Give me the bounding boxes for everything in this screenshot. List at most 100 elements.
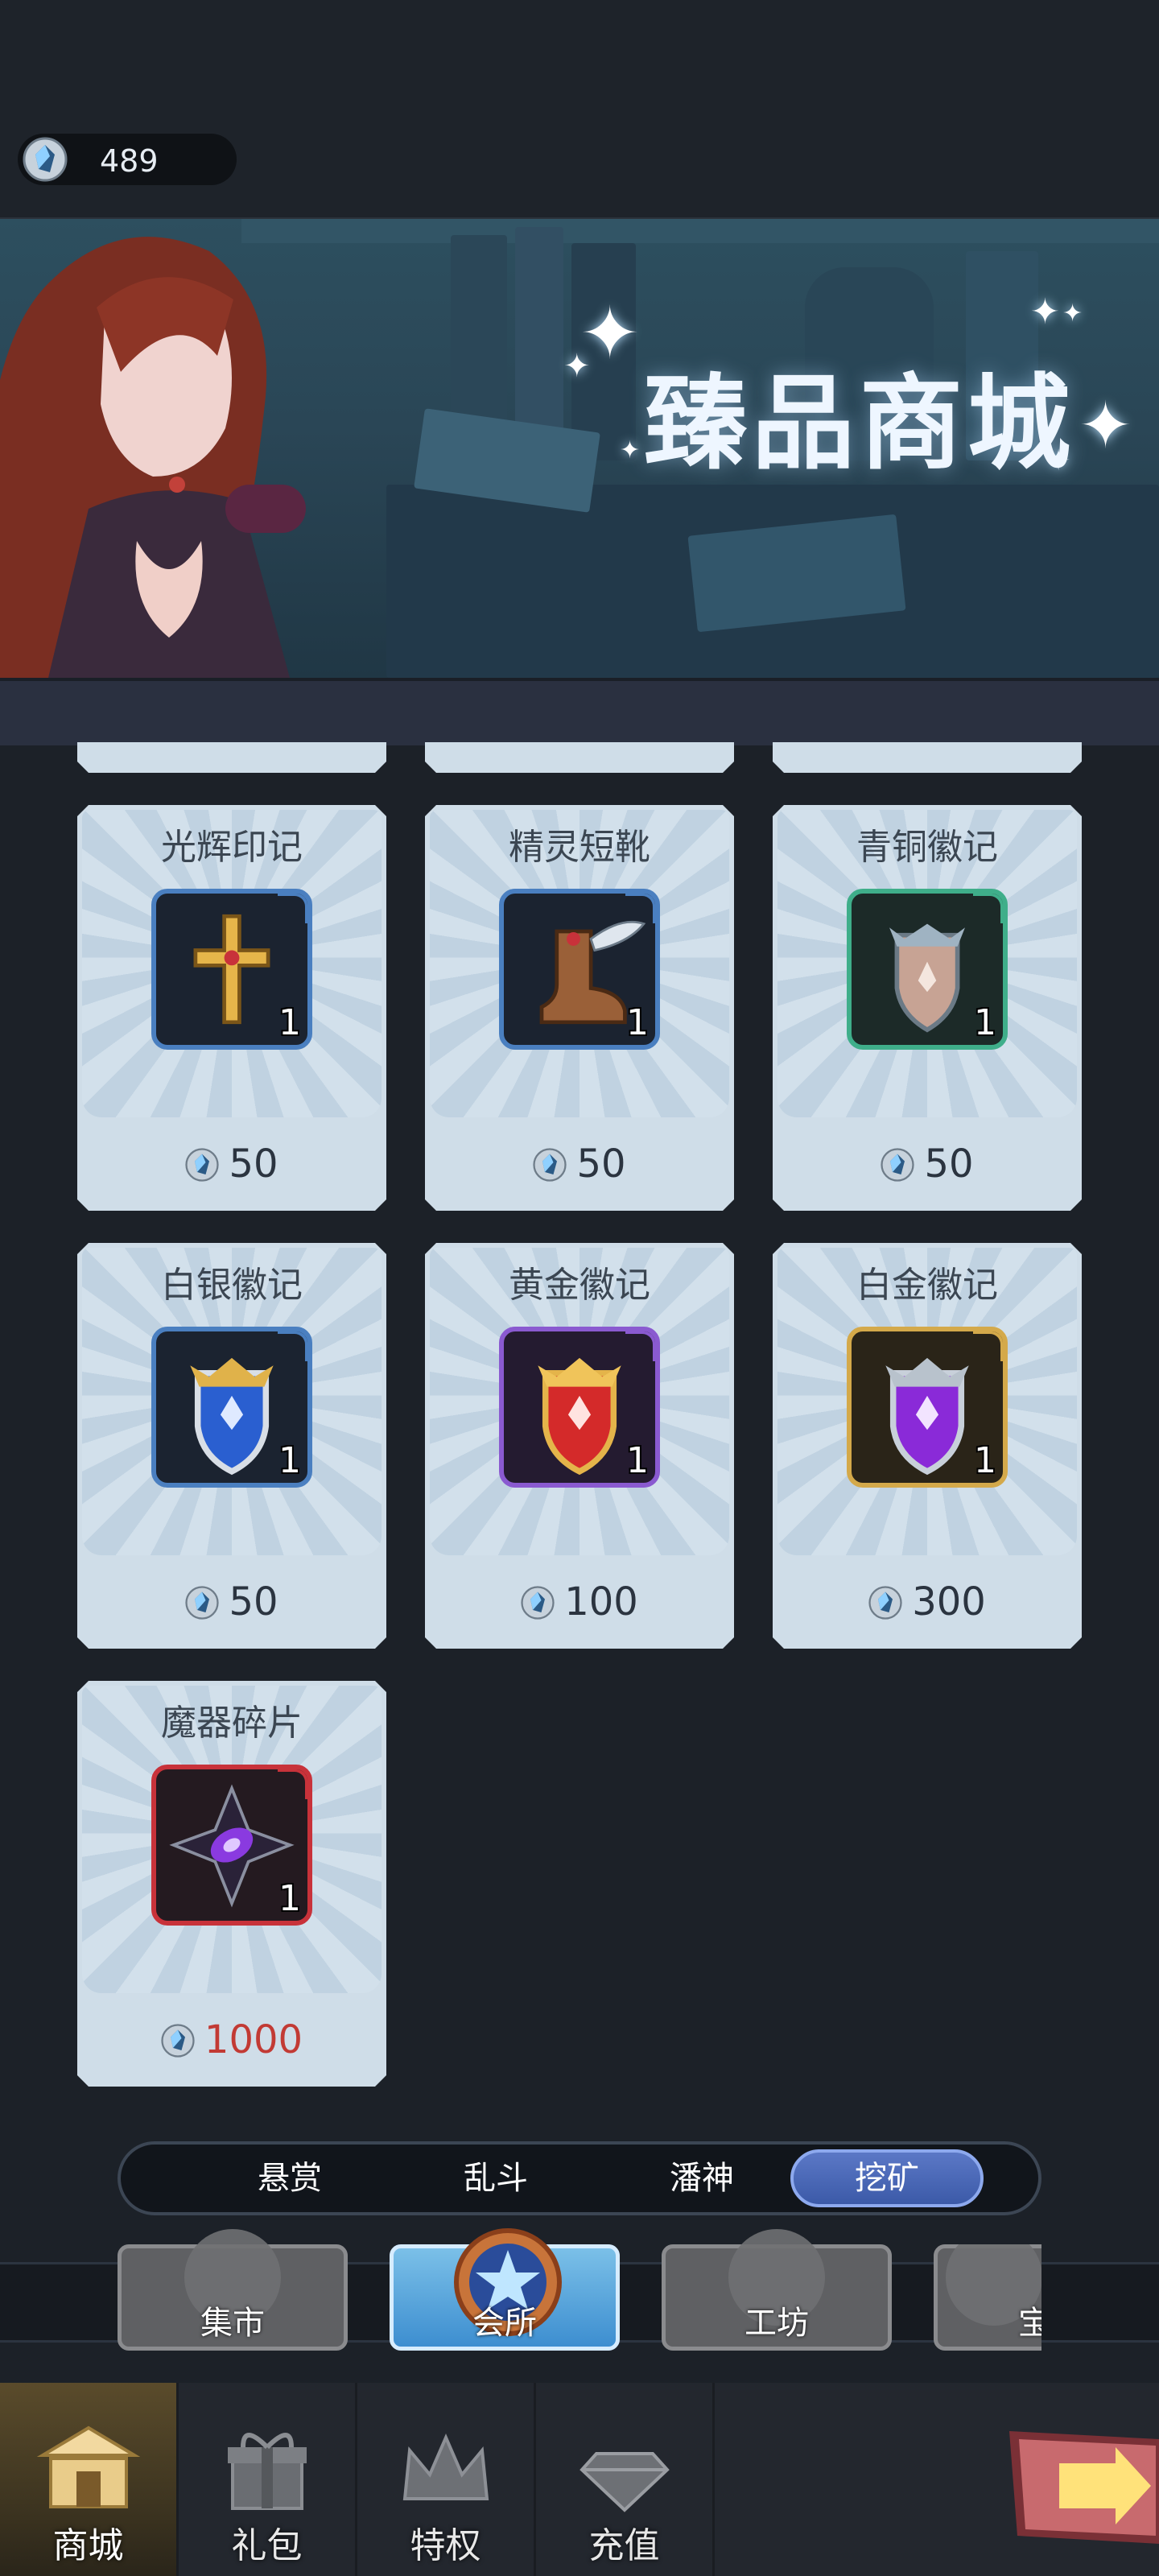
crystal-gem-icon xyxy=(881,1148,915,1182)
nav-recharge[interactable]: 充值 xyxy=(536,2383,715,2576)
shop-item-card[interactable]: 光辉印记 1 50 xyxy=(77,805,386,1211)
item-name: 白银徽记 xyxy=(161,1265,303,1306)
slot-corner xyxy=(973,894,1003,923)
currency-display[interactable]: 489 xyxy=(18,134,237,185)
item-price: 50 xyxy=(77,1579,386,1624)
price-value: 300 xyxy=(912,1579,986,1624)
item-slot: 1 xyxy=(499,889,660,1050)
price-value: 1000 xyxy=(204,2017,303,2062)
shop-item-card[interactable]: 白银徽记 1 50 xyxy=(77,1243,386,1649)
item-name: 精灵短靴 xyxy=(509,827,650,868)
price-value: 50 xyxy=(576,1141,626,1187)
nav-label: 商城 xyxy=(52,2525,124,2566)
subtab-pan[interactable]: 潘神 xyxy=(605,2149,798,2207)
shop-item-card[interactable]: 黄金徽记 1 100 xyxy=(425,1243,734,1649)
nav-label: 特权 xyxy=(410,2525,481,2566)
slot-corner xyxy=(278,1769,307,1799)
currency-value: 489 xyxy=(100,143,159,179)
banner-title: 臻品商城 xyxy=(644,364,1076,484)
sparkle-icon: ✦ xyxy=(1030,291,1060,332)
sparkle-icon: ✦ xyxy=(1062,299,1083,328)
slot-corner xyxy=(625,1331,655,1361)
subtab-mining[interactable]: 挖矿 xyxy=(790,2149,984,2207)
crystal-gem-icon xyxy=(185,1586,220,1620)
shop-tab-market[interactable]: 集市 xyxy=(118,2229,348,2351)
item-price: 50 xyxy=(425,1141,734,1187)
slot-corner xyxy=(278,894,307,923)
nav-gift[interactable]: 礼包 xyxy=(179,2383,357,2576)
gift-box-icon xyxy=(227,2433,307,2510)
shop-tab-label: 工坊 xyxy=(744,2305,809,2342)
next-arrow-icon[interactable] xyxy=(1003,2423,1159,2544)
subtab-bounty[interactable]: 悬赏 xyxy=(193,2149,386,2207)
category-subtabs: 悬赏 乱斗 潘神 挖矿 xyxy=(118,2141,1041,2215)
nav-label: 充值 xyxy=(588,2525,660,2566)
nav-privilege[interactable]: 特权 xyxy=(357,2383,536,2576)
item-price: 1000 xyxy=(77,2017,386,2062)
item-name: 魔器碎片 xyxy=(161,1703,303,1744)
item-name: 光辉印记 xyxy=(161,827,303,868)
shop-tab-label: 集市 xyxy=(200,2305,265,2342)
crystal-gem-icon xyxy=(161,2024,195,2058)
item-slot: 1 xyxy=(151,1327,312,1488)
shop-item-card[interactable]: 精灵短靴 1 50 xyxy=(425,805,734,1211)
sparkle-icon: ✦ xyxy=(1079,388,1133,463)
shop-item-card[interactable]: 青铜徽记 1 50 xyxy=(773,805,1082,1211)
item-name: 青铜徽记 xyxy=(856,827,998,868)
shop-item-card[interactable]: 白金徽记 1 300 xyxy=(773,1243,1082,1649)
shop-tab-label: 会所 xyxy=(472,2305,537,2342)
top-bar: 489 xyxy=(0,0,1159,222)
banner-bottom-bar xyxy=(0,678,1159,745)
price-value: 50 xyxy=(924,1141,974,1187)
item-quantity: 1 xyxy=(278,1878,301,1919)
shop-banner: ✦ ✦ ✦ ✦ ✦ ✦ ✦ 臻品商城 xyxy=(0,219,1159,678)
item-price: 50 xyxy=(773,1141,1082,1187)
item-slot: 1 xyxy=(847,889,1008,1050)
item-quantity: 1 xyxy=(974,1002,996,1043)
slot-corner xyxy=(278,1331,307,1361)
crystal-gem-icon xyxy=(185,1148,220,1182)
slot-corner xyxy=(625,894,655,923)
crystal-gem-icon xyxy=(868,1586,902,1620)
partial-card xyxy=(773,742,1082,773)
shop-tab-treasure[interactable]: 宝 xyxy=(934,2244,1041,2351)
item-slot: 1 xyxy=(151,889,312,1050)
crystal-gem-icon xyxy=(533,1148,567,1182)
item-slot: 1 xyxy=(847,1327,1008,1488)
item-quantity: 1 xyxy=(626,1002,649,1043)
diamond-icon xyxy=(579,2452,670,2512)
item-name: 黄金徽记 xyxy=(509,1265,650,1306)
sparkle-icon: ✦ xyxy=(563,348,591,385)
item-quantity: 1 xyxy=(974,1440,996,1481)
item-price: 100 xyxy=(425,1579,734,1624)
crystal-gem-icon xyxy=(521,1586,555,1620)
shop-building-icon xyxy=(36,2425,140,2508)
item-quantity: 1 xyxy=(278,1440,301,1481)
crystal-gem-icon xyxy=(23,137,68,182)
shop-tab-club[interactable]: 会所 xyxy=(390,2228,620,2351)
item-slot: 1 xyxy=(499,1327,660,1488)
nav-label: 礼包 xyxy=(231,2525,303,2566)
item-quantity: 1 xyxy=(626,1440,649,1481)
price-value: 50 xyxy=(229,1141,278,1187)
item-name: 白金徽记 xyxy=(856,1265,998,1306)
shop-tab-clip: 宝 xyxy=(934,2244,1041,2351)
partial-card xyxy=(77,742,386,773)
price-value: 50 xyxy=(229,1579,278,1624)
crown-icon xyxy=(402,2433,489,2500)
item-price: 300 xyxy=(773,1579,1082,1624)
nav-shop[interactable]: 商城 xyxy=(0,2383,179,2576)
partial-card xyxy=(425,742,734,773)
character-illustration xyxy=(0,237,306,678)
item-slot: 1 xyxy=(151,1765,312,1926)
price-value: 100 xyxy=(564,1579,638,1624)
item-quantity: 1 xyxy=(278,1002,301,1043)
shop-tab-workshop[interactable]: 工坊 xyxy=(662,2229,892,2351)
shop-tab-label: 宝 xyxy=(1018,2305,1041,2342)
slot-corner xyxy=(973,1331,1003,1361)
bottom-navigation: 商城 礼包 特权 充值 xyxy=(0,2383,1159,2576)
item-price: 50 xyxy=(77,1141,386,1187)
shop-item-card[interactable]: 魔器碎片 1 1000 xyxy=(77,1681,386,2087)
sparkle-icon: ✦ xyxy=(620,436,641,464)
subtab-brawl[interactable]: 乱斗 xyxy=(399,2149,592,2207)
